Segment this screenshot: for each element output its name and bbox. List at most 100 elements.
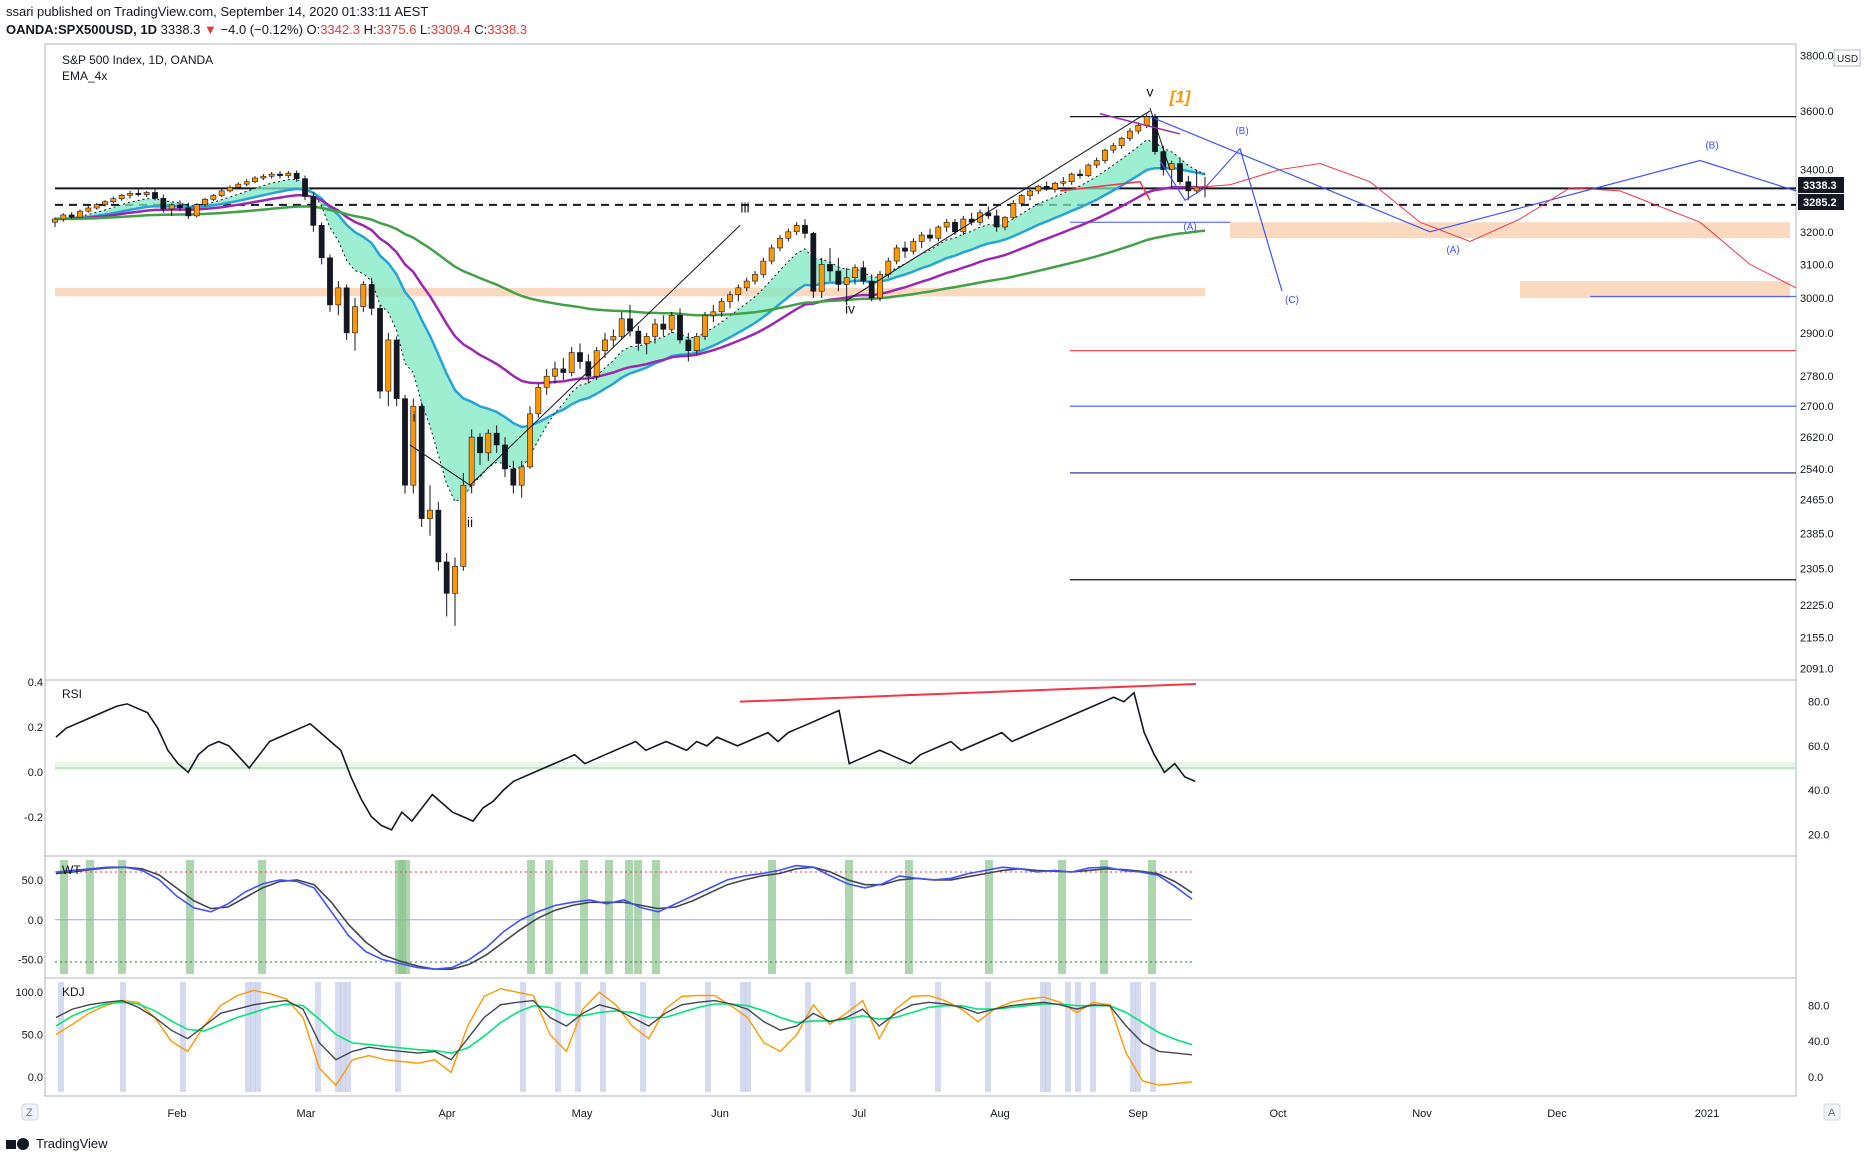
- candle-body: [885, 260, 892, 275]
- candle-body: [835, 270, 842, 285]
- currency-label: USD: [1837, 54, 1858, 65]
- wt-signal-band: [1058, 860, 1066, 974]
- wt-fast-line: [55, 864, 1193, 971]
- kdj-signal-band: [745, 982, 751, 1092]
- wt-signal-band: [625, 860, 633, 974]
- wt-signal-band: [652, 860, 660, 974]
- candle-body: [1027, 190, 1033, 196]
- kdj-pane-title: KDJ: [62, 985, 85, 999]
- wave-label: (C): [1285, 295, 1299, 306]
- tradingview-logo-icon: [6, 1137, 30, 1151]
- candle-body: [652, 323, 658, 337]
- candle-body: [660, 323, 667, 330]
- rsi-series: 80.0 60.0 40.0 20.0 0.4 0.2 0.0 -0.2: [24, 677, 1829, 841]
- candle-body: [77, 210, 83, 218]
- wt-signal-band: [86, 860, 94, 974]
- candle-body: [827, 264, 833, 272]
- change-arrow-icon: ▼: [204, 22, 217, 37]
- y-tick-label: 2465.0: [1800, 495, 1834, 507]
- brand-name: TradingView: [36, 1136, 108, 1151]
- candle-body: [1085, 164, 1092, 176]
- brand-footer[interactable]: TradingView: [6, 1136, 108, 1151]
- y-tick-label: 3400.0: [1800, 165, 1834, 177]
- chart-canvas: iiiiiiivv [1](A)(B)(C)(A)(B) Feb Mar Apr May…: [15, 43, 1861, 1121]
- candle-body: [702, 314, 708, 337]
- candle-body: [535, 387, 542, 415]
- candle-body: [510, 468, 517, 486]
- candle-body: [1110, 145, 1117, 151]
- candle-body: [335, 287, 342, 306]
- pane-frames: [44, 43, 1797, 1097]
- candle-body: [677, 314, 683, 341]
- candle-body: [718, 301, 725, 313]
- candle-body: [860, 267, 867, 282]
- kdj-left-tick: 50.0: [22, 1029, 43, 1041]
- candle-body: [185, 207, 192, 217]
- y-tick-label: 3600.0: [1800, 106, 1834, 118]
- candle-body: [368, 284, 375, 309]
- support-zone-1: [55, 287, 1205, 297]
- main-pane-frame: [44, 43, 1797, 681]
- candle-body: [810, 233, 817, 292]
- candle-body: [960, 218, 967, 233]
- wt-tick-label: 50.0: [22, 875, 43, 887]
- candle-body: [1052, 182, 1058, 190]
- wt-signal-band: [580, 860, 588, 974]
- wave-label: (A): [1446, 245, 1459, 256]
- wt-signal-band: [1100, 860, 1108, 974]
- wt-slow-line: [55, 866, 1193, 971]
- x-tick-label: 2021: [1695, 1108, 1719, 1120]
- candle-body: [1068, 173, 1075, 183]
- kdj-j-line: [55, 988, 1193, 1087]
- x-tick-label: Dec: [1547, 1108, 1567, 1120]
- candle-body: [485, 432, 492, 454]
- candle-body: [610, 336, 617, 341]
- candle-body: [893, 247, 900, 262]
- candle-body: [143, 192, 150, 195]
- kdj-k-line: [55, 999, 1193, 1061]
- high-label: H:: [363, 22, 377, 37]
- wave-label: (B): [1705, 141, 1718, 152]
- candle-body: [360, 284, 367, 307]
- x-tick-label: Jul: [852, 1108, 866, 1120]
- y-tick-label: 2540.0: [1800, 464, 1834, 476]
- wt-signal-band: [402, 860, 410, 974]
- candle-body: [352, 306, 358, 334]
- kdj-signal-band: [520, 982, 526, 1092]
- y-tick-label: 2091.0: [1800, 664, 1834, 676]
- wt-signal-band: [1148, 860, 1156, 974]
- candle-body: [618, 318, 625, 337]
- candle-body: [493, 432, 500, 446]
- candle-body: [910, 241, 917, 252]
- auto-scale-button-label: A: [1828, 1107, 1836, 1119]
- candle-body: [1118, 138, 1125, 146]
- candle-body: [227, 186, 233, 192]
- candle-body: [243, 181, 250, 185]
- candle-body: [518, 466, 525, 486]
- main-pane-title: S&P 500 Index, 1D, OANDA: [62, 53, 213, 67]
- candle-body: [210, 195, 217, 200]
- candle-body: [302, 178, 308, 197]
- candle-body: [802, 225, 808, 234]
- rsi-midband: [55, 761, 1795, 770]
- candle-body: [710, 311, 717, 316]
- candle-body: [1035, 186, 1042, 192]
- x-tick-label: Aug: [990, 1108, 1010, 1120]
- level-price-badge-text: 3285.2: [1803, 197, 1837, 209]
- kdj-series: 80.0 40.0 0.0 100.0 50.0 0.0: [15, 982, 1829, 1092]
- low-label: L:: [420, 22, 431, 37]
- close-label: C:: [474, 22, 488, 37]
- candle-body: [127, 193, 133, 196]
- y-tick-label: 3100.0: [1800, 259, 1834, 271]
- candle-body: [693, 336, 700, 351]
- y-tick-label: 3800.0: [1800, 50, 1834, 62]
- candle-body: [668, 314, 675, 330]
- candle-body: [635, 330, 642, 344]
- x-tick-label: Nov: [1412, 1108, 1432, 1120]
- candle-body: [135, 193, 142, 195]
- candle-body: [843, 277, 850, 285]
- rsi-tick-label: 60.0: [1808, 741, 1829, 753]
- rsi-tick-label: 20.0: [1808, 829, 1829, 841]
- candle-body: [193, 204, 200, 217]
- publish-line: ssari published on TradingView.com, Sept…: [6, 4, 429, 19]
